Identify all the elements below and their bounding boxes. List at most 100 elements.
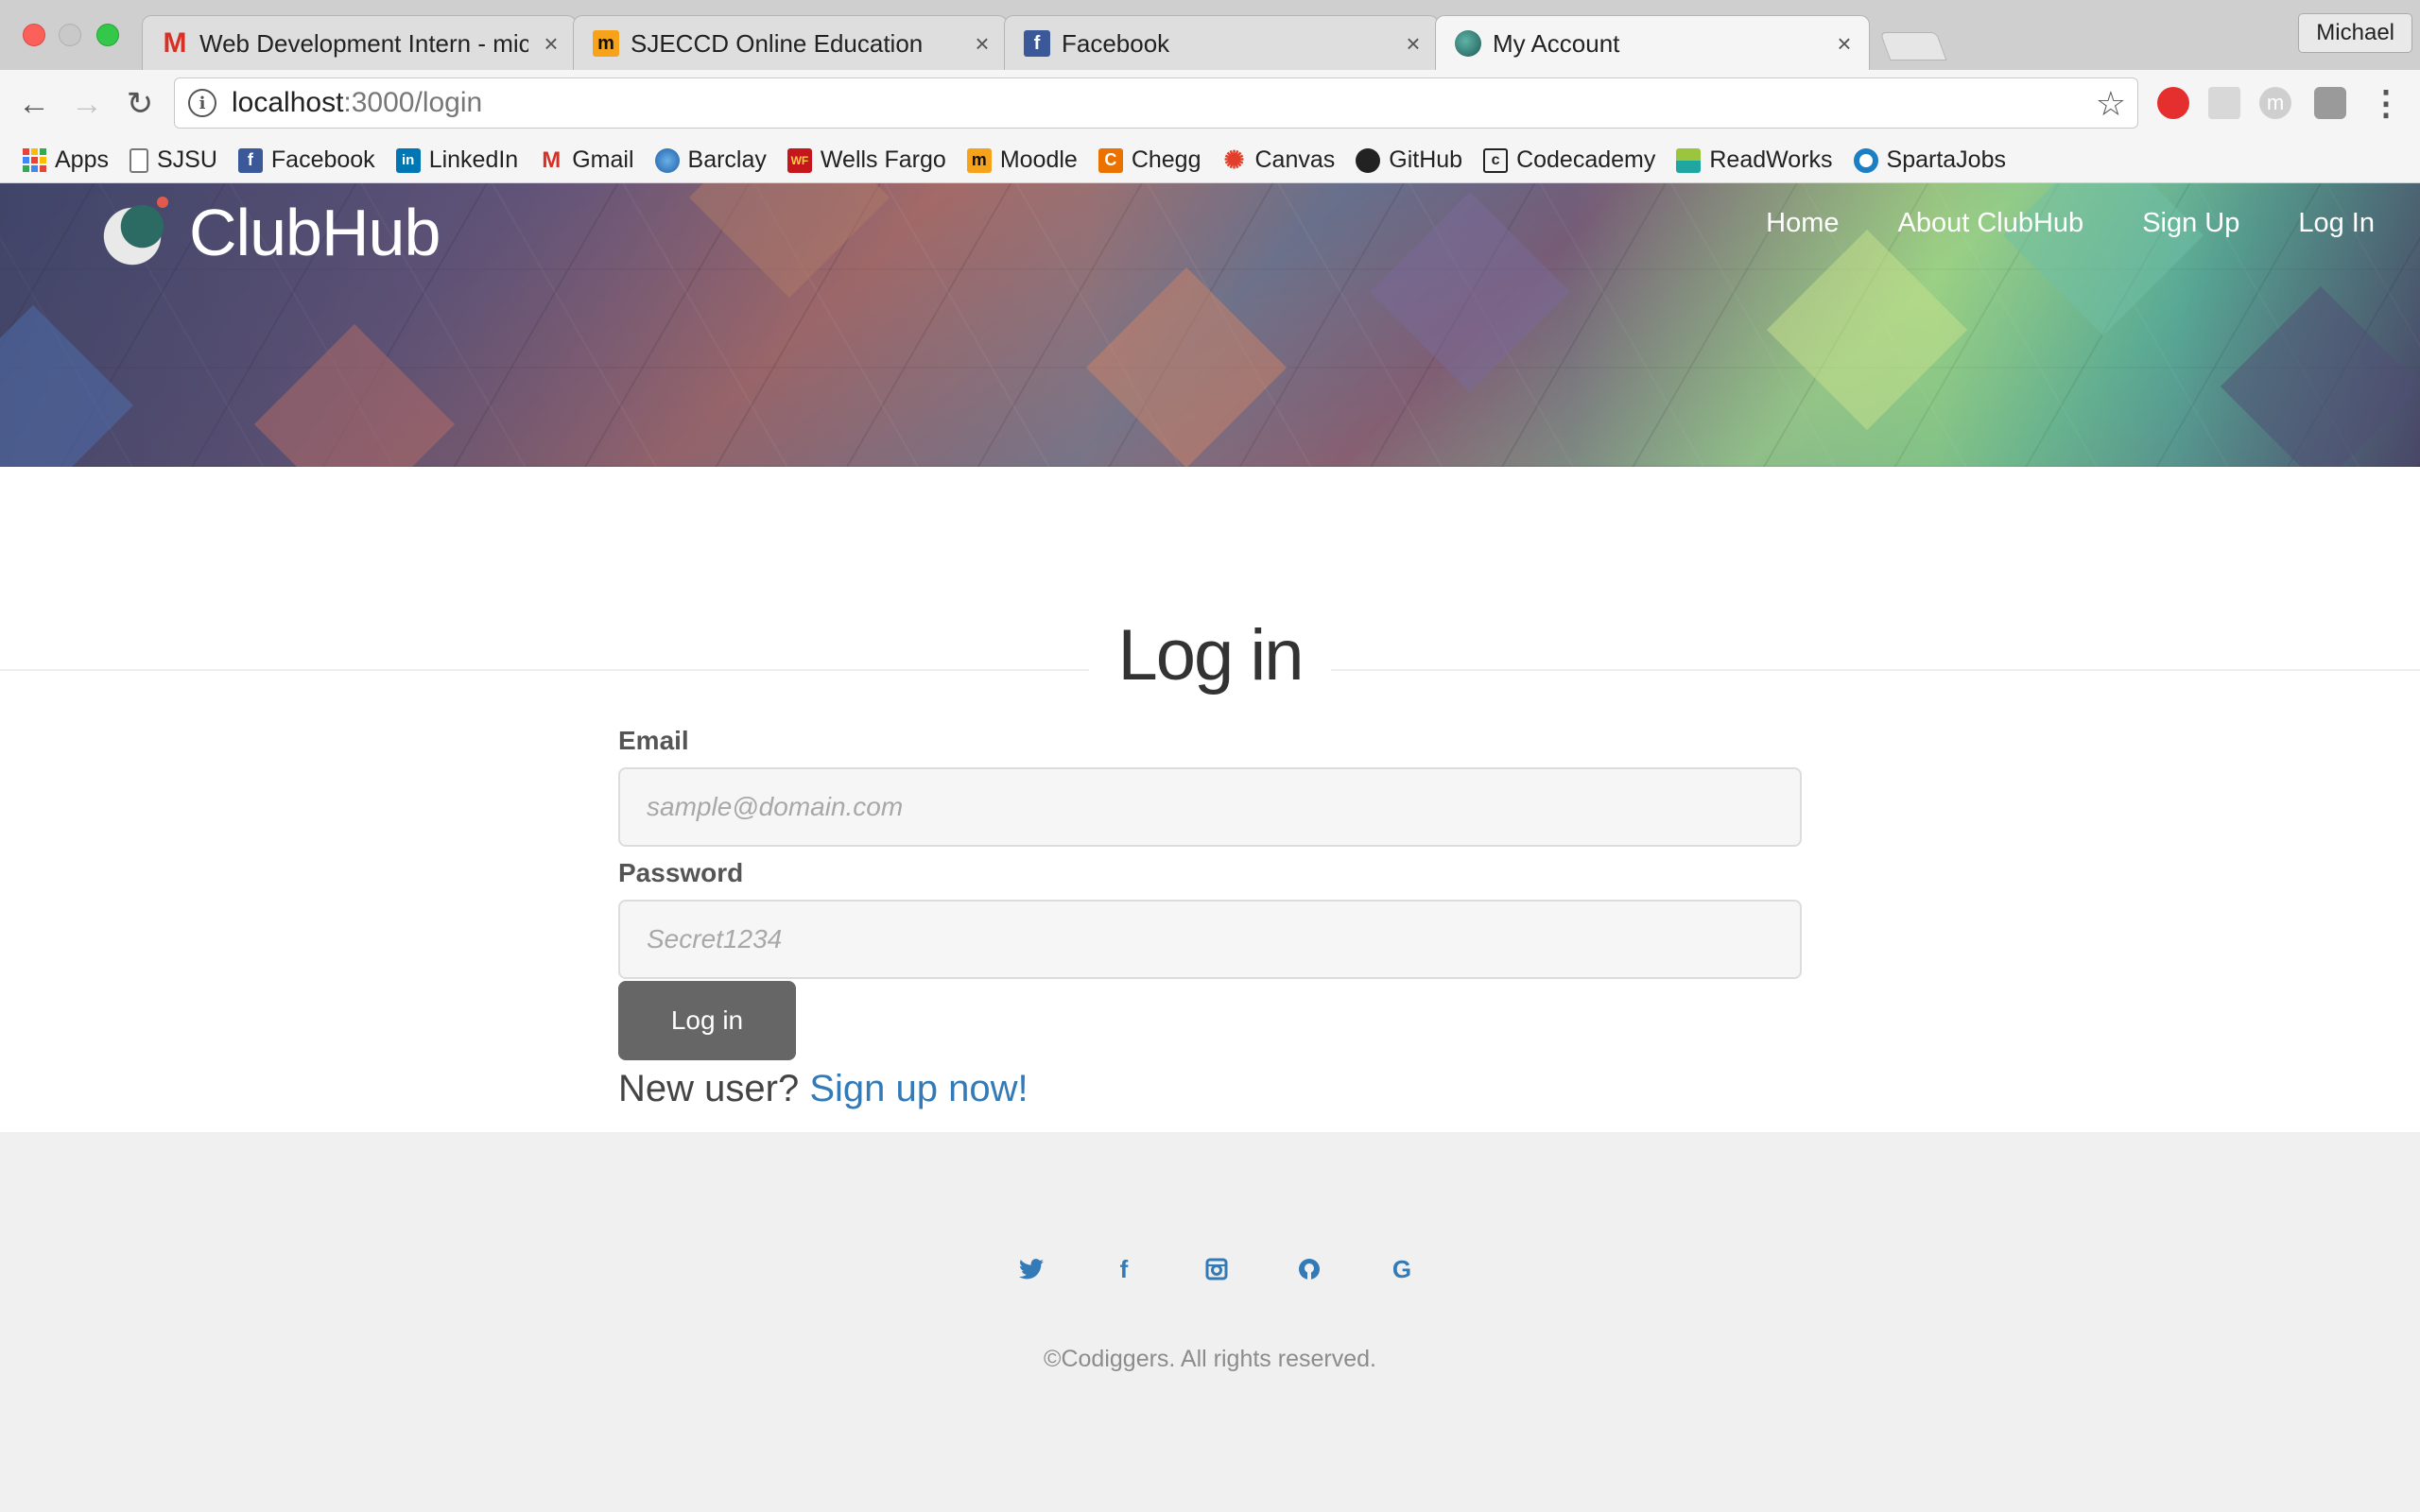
bg-tile — [1766, 229, 1968, 431]
wells-fargo-icon: WF — [786, 147, 812, 173]
login-section: Log in Email Password Log in New user? S… — [0, 467, 2420, 1132]
url-text[interactable]: localhost:3000/login — [232, 87, 482, 119]
bookmark-label: Chegg — [1131, 146, 1201, 173]
bookmark-chegg[interactable]: C Chegg — [1098, 146, 1201, 174]
close-icon[interactable]: × — [971, 29, 994, 59]
bookmark-label: Facebook — [270, 146, 375, 173]
instagram-icon[interactable] — [1202, 1255, 1231, 1283]
email-field[interactable] — [618, 767, 1802, 847]
minimize-window-button[interactable] — [59, 24, 81, 46]
bookmark-sjsu[interactable]: SJSU — [129, 146, 217, 174]
bookmark-label: SJSU — [156, 146, 217, 173]
bookmark-label: Canvas — [1254, 146, 1336, 173]
nav-about[interactable]: About ClubHub — [1898, 208, 2084, 239]
clubhub-logo-icon — [98, 195, 174, 270]
new-user-prompt: New user? Sign up now! — [618, 1068, 1802, 1110]
facebook-icon: f — [237, 147, 263, 173]
tab-gmail[interactable]: M Web Development Intern - mic × — [142, 15, 577, 70]
site-brand[interactable]: ClubHub — [98, 195, 441, 270]
bookmark-label: Moodle — [999, 146, 1078, 173]
tab-title: Facebook — [1062, 28, 1170, 58]
bookmark-wells-fargo[interactable]: WF Wells Fargo — [786, 146, 946, 174]
bookmark-label: Codecademy — [1516, 146, 1656, 173]
moodle-icon: m — [966, 147, 992, 173]
linkedin-icon: in — [395, 147, 421, 173]
bookmark-label: ReadWorks — [1709, 146, 1833, 173]
close-window-button[interactable] — [23, 24, 45, 46]
brand-name: ClubHub — [189, 196, 441, 269]
spartajobs-icon — [1853, 147, 1878, 173]
profile-button[interactable]: Michael — [2298, 13, 2412, 53]
signup-link[interactable]: Sign up now! — [809, 1068, 1028, 1109]
bookmark-github[interactable]: GitHub — [1356, 146, 1462, 174]
tab-title: SJECCD Online Education — [631, 28, 924, 58]
github-icon — [1356, 147, 1381, 173]
maximize-window-button[interactable] — [96, 24, 119, 46]
bookmark-barclay[interactable]: Barclay — [654, 146, 767, 174]
chegg-icon: C — [1098, 147, 1123, 173]
browser-toolbar: ← → ↻ i localhost:3000/login ☆ m ⋮ — [0, 70, 2420, 138]
copyright-text: ©Codiggers. All rights reserved. — [1044, 1346, 1376, 1372]
bg-tile — [1085, 266, 1288, 467]
facebook-icon: f — [1024, 30, 1050, 57]
twitter-icon[interactable] — [1017, 1255, 1046, 1283]
password-field[interactable] — [618, 900, 1802, 979]
bg-tile — [688, 183, 890, 299]
extension-icon[interactable] — [2208, 87, 2240, 119]
facebook-icon[interactable]: f — [1110, 1255, 1138, 1283]
bg-tile — [2002, 183, 2204, 336]
tab-title: My Account — [1493, 28, 1620, 58]
clubhub-icon — [1455, 30, 1481, 57]
email-label: Email — [618, 726, 689, 755]
google-icon[interactable]: G — [1388, 1255, 1416, 1283]
bookmark-gmail[interactable]: M Gmail — [539, 146, 633, 174]
bookmark-apps[interactable]: Apps — [23, 146, 109, 174]
site-header: ClubHub Home About ClubHub Sign Up Log I… — [0, 183, 2420, 467]
apps-grid-icon — [23, 148, 46, 172]
tab-facebook[interactable]: f Facebook × — [1004, 15, 1439, 70]
bookmark-codecademy[interactable]: c Codecademy — [1483, 146, 1655, 174]
bg-tile — [0, 304, 134, 467]
bookmark-moodle[interactable]: m Moodle — [966, 146, 1078, 174]
new-user-text: New user? — [618, 1068, 800, 1109]
document-icon — [129, 147, 148, 173]
new-tab-button[interactable] — [1879, 32, 1947, 60]
github-icon[interactable] — [1295, 1255, 1323, 1283]
tab-title: Web Development Intern - mic — [199, 28, 528, 58]
tab-my-account[interactable]: My Account × — [1435, 15, 1870, 72]
bookmark-star-icon[interactable]: ☆ — [2096, 84, 2126, 124]
close-icon[interactable]: × — [1402, 29, 1425, 59]
bookmark-facebook[interactable]: f Facebook — [237, 146, 375, 174]
readworks-icon — [1676, 147, 1702, 173]
address-bar[interactable]: i localhost:3000/login ☆ — [174, 77, 2138, 129]
extension-square-icon[interactable] — [2314, 87, 2346, 119]
bookmark-label: Wells Fargo — [820, 146, 946, 173]
extension-opera-icon[interactable] — [2157, 87, 2189, 119]
bookmark-label: Gmail — [572, 146, 634, 173]
extension-m-icon[interactable]: m — [2259, 87, 2291, 119]
bookmark-canvas[interactable]: ✺ Canvas — [1221, 146, 1336, 174]
login-button[interactable]: Log in — [618, 981, 796, 1060]
bookmarks-bar: Apps SJSU f Facebook in LinkedIn M Gmail… — [0, 138, 2420, 183]
info-icon[interactable]: i — [188, 89, 216, 117]
bookmark-spartajobs[interactable]: SpartaJobs — [1853, 146, 2006, 174]
barclay-icon — [654, 147, 680, 173]
bookmark-label: Barclay — [687, 146, 767, 173]
forward-arrow-icon[interactable]: → — [68, 85, 106, 123]
social-links: f G — [1017, 1255, 1416, 1283]
bookmark-readworks[interactable]: ReadWorks — [1676, 146, 1833, 174]
nav-sign-up[interactable]: Sign Up — [2142, 208, 2239, 239]
back-arrow-icon[interactable]: ← — [15, 85, 53, 123]
tab-moodle[interactable]: m SJECCD Online Education × — [573, 15, 1008, 70]
login-form: Email Password Log in New user? Sign up … — [618, 726, 1802, 1110]
reload-icon[interactable]: ↻ — [121, 85, 159, 123]
close-icon[interactable]: × — [1833, 29, 1856, 59]
bookmark-linkedin[interactable]: in LinkedIn — [395, 146, 518, 174]
nav-log-in[interactable]: Log In — [2298, 208, 2375, 239]
canvas-icon: ✺ — [1223, 146, 1245, 174]
close-icon[interactable]: × — [540, 29, 562, 59]
gmail-icon: M — [163, 27, 187, 59]
browser-menu-icon[interactable]: ⋮ — [2369, 83, 2403, 123]
bookmark-label: SpartaJobs — [1886, 146, 2006, 173]
nav-home[interactable]: Home — [1766, 208, 1839, 239]
